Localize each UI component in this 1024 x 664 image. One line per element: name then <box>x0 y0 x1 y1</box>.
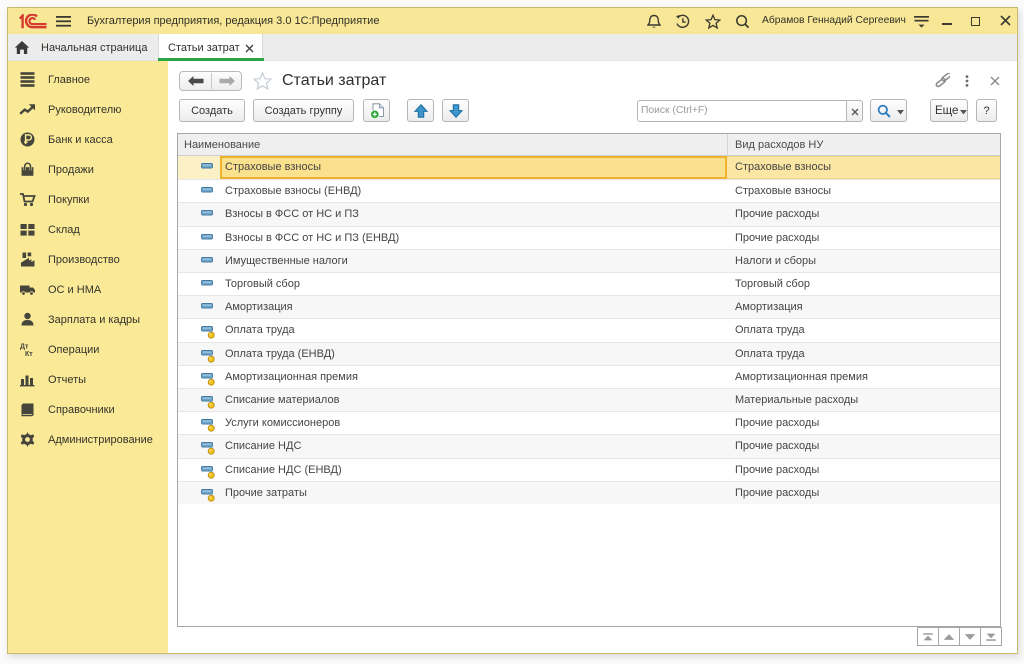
svg-text:Дт: Дт <box>20 344 29 351</box>
svg-text:Кт: Кт <box>25 351 33 358</box>
